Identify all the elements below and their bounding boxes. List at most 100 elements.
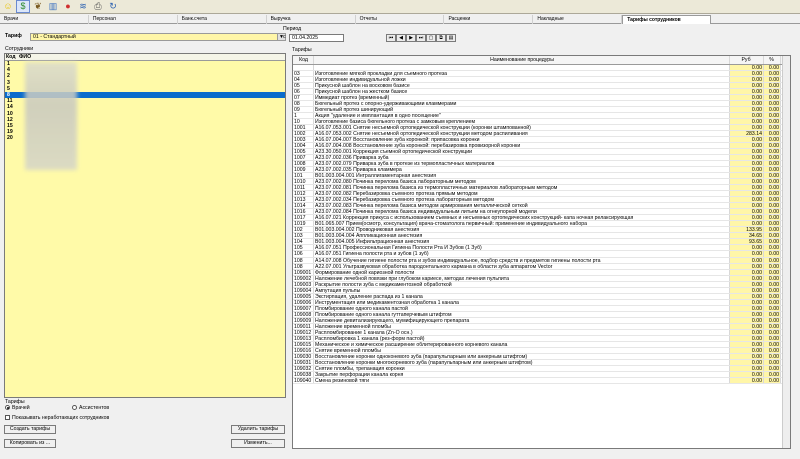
tariff-pct[interactable]: 0.00 [764, 275, 781, 281]
book-icon[interactable]: ▥ [46, 0, 60, 13]
tariff-rub[interactable]: 0.00 [730, 95, 764, 101]
tariff-rub[interactable]: 0.00 [730, 71, 764, 77]
tab-3[interactable]: Выручка [267, 15, 356, 24]
tariff-pct[interactable]: 0.00 [764, 347, 781, 353]
tariffs-scrollbar[interactable] [782, 56, 790, 448]
tariff-pct[interactable]: 0.00 [764, 329, 781, 335]
tariff-rub[interactable]: 283.14 [730, 131, 764, 137]
tariff-rub[interactable]: 0.00 [730, 311, 764, 317]
tariff-rub[interactable]: 0.00 [730, 329, 764, 335]
tariff-rub[interactable]: 0.00 [730, 89, 764, 95]
tab-5[interactable]: Расценки [444, 15, 534, 24]
tariff-rub[interactable]: 0.00 [730, 197, 764, 203]
tariff-pct[interactable]: 0.00 [764, 221, 781, 227]
tariff-pct[interactable]: 0.00 [764, 311, 781, 317]
tariff-pct[interactable]: 0.00 [764, 209, 781, 215]
tariff-pct[interactable]: 0.00 [764, 113, 781, 119]
tariff-rub[interactable]: 0.00 [730, 293, 764, 299]
tariff-rub[interactable]: 0.00 [730, 191, 764, 197]
tariff-pct[interactable]: 0.00 [764, 335, 781, 341]
tariff-pct[interactable]: 0.00 [764, 77, 781, 83]
tariff-pct[interactable]: 0.00 [764, 173, 781, 179]
tariff-pct[interactable]: 0.00 [764, 263, 781, 269]
tariff-rub[interactable]: 0.00 [730, 185, 764, 191]
tariff-pct[interactable]: 0.00 [764, 161, 781, 167]
show-unworked-checkbox[interactable]: Показывать неработающих сотрудников [5, 415, 109, 422]
tariff-pct[interactable]: 0.00 [764, 251, 781, 257]
doctor-radio[interactable]: Врачей [5, 405, 30, 412]
assistant-radio[interactable]: Ассистентов [72, 405, 109, 412]
tariff-rub[interactable]: 0.00 [730, 245, 764, 251]
tariff-rub[interactable]: 0.00 [730, 143, 764, 149]
employee-fio-header[interactable]: ФИО [19, 54, 31, 60]
tariff-rub[interactable]: 0.00 [730, 335, 764, 341]
tariff-pct[interactable]: 0.00 [764, 215, 781, 221]
tariff-pct[interactable]: 0.00 [764, 191, 781, 197]
tariff-rub[interactable]: 0.00 [730, 107, 764, 113]
tariff-rub[interactable]: 0.00 [730, 137, 764, 143]
tariff-pct[interactable]: 0.00 [764, 317, 781, 323]
delete-tariffs-button[interactable]: Удалить тарифы [231, 425, 285, 434]
change-button[interactable]: Изменить... [231, 439, 285, 448]
tariff-rub[interactable]: 0.00 [730, 359, 764, 365]
tariff-rub[interactable]: 0.00 [730, 353, 764, 359]
tariffs-table[interactable]: Код Наименование процедуры Руб % 0.00 0.0… [292, 55, 791, 449]
tariff-rub[interactable]: 0.00 [730, 269, 764, 275]
tariff-pct[interactable]: 0.00 [764, 155, 781, 161]
tariff-rub[interactable]: 0.00 [730, 209, 764, 215]
tariff-pct[interactable]: 0.00 [764, 143, 781, 149]
tariff-rub[interactable]: 0.00 [730, 83, 764, 89]
edit-period-icon[interactable]: ▤ [446, 34, 456, 42]
new-period-icon[interactable]: ▢ [426, 34, 436, 42]
tariff-pct[interactable]: 0.00 [764, 353, 781, 359]
tariff-pct[interactable]: 0.00 [764, 257, 781, 263]
tariff-rub[interactable]: 0.00 [730, 167, 764, 173]
tariff-rub[interactable]: 0.00 [730, 161, 764, 167]
tab-1[interactable]: Персонал [89, 15, 178, 24]
period-date-input[interactable]: 01.04.2025 [289, 34, 344, 42]
tariff-rub[interactable]: 0.00 [730, 77, 764, 83]
tariff-pct[interactable]: 0.00 [764, 371, 781, 377]
tariff-pct[interactable]: 0.00 [764, 341, 781, 347]
tariff-name-header[interactable]: Наименование процедуры [314, 56, 730, 64]
tariff-pct[interactable]: 0.00 [764, 167, 781, 173]
tariff-rub[interactable]: 0.00 [730, 305, 764, 311]
tariff-rub[interactable]: 0.00 [730, 179, 764, 185]
tariff-rub[interactable]: 0.00 [730, 287, 764, 293]
tariff-pct[interactable]: 0.00 [764, 359, 781, 365]
tariff-pct[interactable]: 0.00 [764, 131, 781, 137]
printer-icon[interactable]: ⎙ [91, 0, 105, 13]
tariff-pct[interactable]: 0.00 [764, 239, 781, 245]
tariff-pct[interactable]: 0.00 [764, 185, 781, 191]
tariff-pct[interactable]: 0.00 [764, 293, 781, 299]
tariff-rub[interactable]: 0.00 [730, 221, 764, 227]
tab-7[interactable]: Тарифы сотрудников [622, 15, 712, 24]
tariff-pct[interactable]: 0.00 [764, 245, 781, 251]
tariff-pct-header[interactable]: % [764, 56, 781, 64]
tariff-pct[interactable]: 0.00 [764, 377, 781, 383]
tab-2[interactable]: Банк.счета [178, 15, 267, 24]
tariff-rub[interactable]: 133.95 [730, 227, 764, 233]
tariff-pct[interactable]: 0.00 [764, 281, 781, 287]
tariff-rub-header[interactable]: Руб [730, 56, 764, 64]
tooth-icon[interactable]: ❦ [31, 0, 45, 13]
tariff-rub[interactable]: 0.00 [730, 155, 764, 161]
tariff-pct[interactable]: 0.00 [764, 137, 781, 143]
tariff-rub[interactable]: 0.00 [730, 317, 764, 323]
tariff-pct[interactable]: 0.00 [764, 107, 781, 113]
tariff-pct[interactable]: 0.00 [764, 101, 781, 107]
tariff-rub[interactable]: 0.00 [730, 371, 764, 377]
balls-icon[interactable]: ● [61, 0, 75, 13]
tariff-pct[interactable]: 0.00 [764, 203, 781, 209]
tariff-pct[interactable]: 0.00 [764, 179, 781, 185]
tariff-pct[interactable]: 0.00 [764, 71, 781, 77]
tariff-pct[interactable]: 0.00 [764, 305, 781, 311]
tariff-pct[interactable]: 0.00 [764, 119, 781, 125]
tariff-pct[interactable]: 0.00 [764, 197, 781, 203]
smiley-icon[interactable]: ☺ [1, 0, 15, 13]
tariff-rub[interactable]: 0.00 [730, 281, 764, 287]
tariff-rub[interactable]: 0.00 [730, 263, 764, 269]
tariff-rub[interactable]: 0.00 [730, 65, 764, 71]
tariff-select[interactable]: 01 - Стандартный ▼ [30, 33, 286, 41]
tariff-rub[interactable]: 0.00 [730, 341, 764, 347]
